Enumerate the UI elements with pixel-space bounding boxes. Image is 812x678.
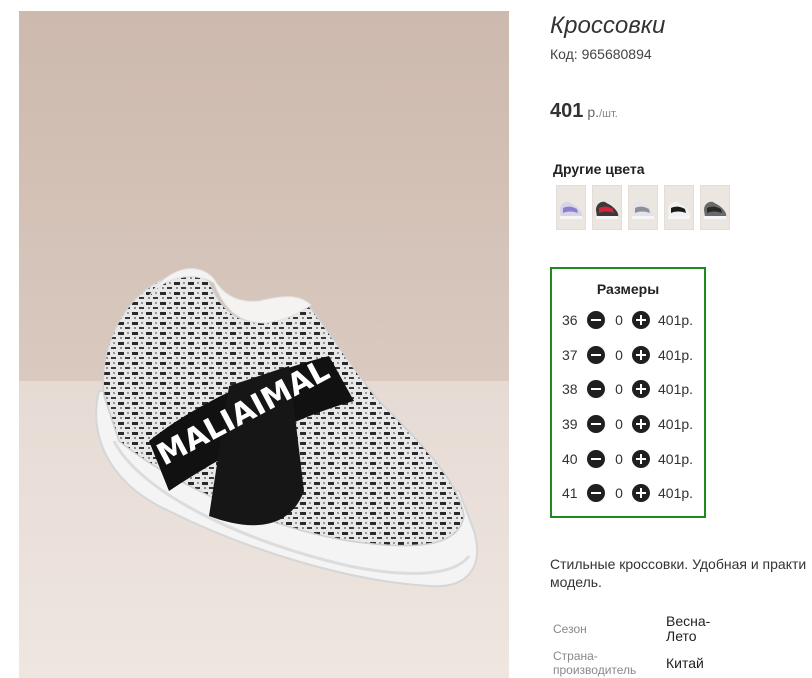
- product-price: 401 р./шт.: [550, 100, 618, 123]
- quantity-value: 0: [615, 347, 623, 363]
- color-swatch[interactable]: [664, 185, 694, 230]
- plus-icon[interactable]: [632, 415, 650, 433]
- minus-icon[interactable]: [587, 484, 605, 502]
- size-value: 39: [562, 416, 578, 432]
- color-thumbnail: [557, 186, 585, 229]
- minus-icon[interactable]: [587, 415, 605, 433]
- color-thumbnail: [629, 186, 657, 229]
- price-value: 401: [550, 100, 584, 122]
- plus-icon[interactable]: [632, 346, 650, 364]
- size-price: 401р.: [658, 381, 694, 397]
- color-thumbnail: [701, 186, 729, 229]
- size-price: 401р.: [658, 347, 694, 363]
- size-price: 401р.: [658, 416, 694, 432]
- quantity-value: 0: [615, 381, 623, 397]
- color-swatch[interactable]: [700, 185, 730, 230]
- color-thumbnail: [593, 186, 621, 229]
- price-currency: р.: [587, 104, 600, 120]
- color-swatches: [556, 185, 730, 230]
- plus-icon[interactable]: [632, 484, 650, 502]
- attr-label-country: Страна-производитель: [553, 649, 637, 677]
- minus-icon[interactable]: [587, 380, 605, 398]
- size-value: 41: [562, 485, 578, 501]
- quantity-value: 0: [615, 416, 623, 432]
- size-row: 36 0 401р.: [552, 310, 704, 332]
- size-row: 41 0 401р.: [552, 483, 704, 505]
- size-price: 401р.: [658, 451, 694, 467]
- other-colors-title: Другие цвета: [553, 161, 645, 177]
- description-line: модель.: [550, 574, 602, 590]
- price-unit: /шт.: [599, 108, 618, 120]
- attr-value-country: Китай: [666, 655, 704, 671]
- plus-icon[interactable]: [632, 450, 650, 468]
- size-price: 401р.: [658, 312, 694, 328]
- size-value: 38: [562, 381, 578, 397]
- sizes-box: Размеры 36 0 401р. 37 0 401р. 38 0 401р.…: [550, 267, 706, 518]
- size-value: 37: [562, 347, 578, 363]
- color-swatch[interactable]: [592, 185, 622, 230]
- minus-icon[interactable]: [587, 346, 605, 364]
- minus-icon[interactable]: [587, 450, 605, 468]
- plus-icon[interactable]: [632, 380, 650, 398]
- quantity-value: 0: [615, 485, 623, 501]
- color-swatch[interactable]: [556, 185, 586, 230]
- description-line: Стильные кроссовки. Удобная и практи: [550, 556, 807, 572]
- attr-label-season: Сезон: [553, 622, 587, 636]
- size-row: 37 0 401р.: [552, 345, 704, 367]
- sneaker-image: MALIAIMAL: [19, 11, 509, 678]
- size-price: 401р.: [658, 485, 694, 501]
- size-value: 36: [562, 312, 578, 328]
- product-description: Стильные кроссовки. Удобная и практи мод…: [550, 555, 812, 591]
- minus-icon[interactable]: [587, 311, 605, 329]
- size-row: 40 0 401р.: [552, 449, 704, 471]
- color-thumbnail: [665, 186, 693, 229]
- color-swatch[interactable]: [628, 185, 658, 230]
- product-title: Кроссовки: [550, 12, 666, 39]
- size-row: 38 0 401р.: [552, 379, 704, 401]
- size-row: 39 0 401р.: [552, 414, 704, 436]
- attr-value-season: Весна-Лето: [666, 613, 711, 644]
- product-photo[interactable]: MALIAIMAL: [19, 11, 509, 678]
- sizes-title: Размеры: [596, 281, 660, 297]
- size-value: 40: [562, 451, 578, 467]
- product-code: Код: 965680894: [550, 46, 652, 62]
- quantity-value: 0: [615, 451, 623, 467]
- quantity-value: 0: [615, 312, 623, 328]
- plus-icon[interactable]: [632, 311, 650, 329]
